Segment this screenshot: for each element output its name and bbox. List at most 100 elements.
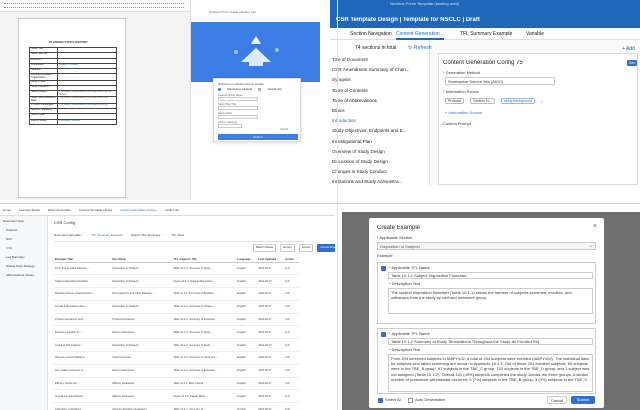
report-field-value[interactable]: Document Version [57, 118, 117, 125]
top-nav-tab[interactable]: Learning Space [19, 209, 40, 213]
section-nav-item[interactable]: Table of Abbreviations [332, 98, 377, 103]
row-edit-link[interactable]: Edit [284, 274, 299, 289]
tab-variable[interactable]: Variable [526, 31, 544, 37]
left-nav-item[interactable]: Abbreviations Library [6, 274, 34, 278]
top-nav-tab[interactable]: Audit Trail [165, 209, 178, 213]
chip-study-background[interactable]: study background [500, 98, 536, 104]
tfl-value-2: Table 10.1-2 Summary of Study Terminatio… [391, 340, 539, 344]
row-edit-link[interactable]: Edit [284, 377, 299, 391]
cancel-button[interactable]: Cancel [547, 396, 567, 404]
row-edit-link[interactable]: Edit [284, 325, 299, 340]
add-info-source-link[interactable]: + Information Source [445, 111, 482, 116]
left-nav-item[interactable]: SAP [6, 238, 12, 242]
tab-section-navigation[interactable]: Section Navigation [350, 31, 392, 37]
table-row: Baseline disease characteristics ... Demo… [54, 287, 299, 301]
table-cell: Table 10.1-1: Summary of Study ... [172, 262, 237, 276]
template-header: Nucleus Prime Template (landing area) CS… [330, 0, 640, 28]
table-cell: 2024-06-27 [257, 351, 285, 365]
sub-tab[interactable]: TFL Summary Example [91, 234, 122, 238]
desc-label-1: * Description Text [389, 282, 421, 286]
table-row: Laboratory evaluations ... Clinical Labor… [54, 402, 299, 410]
section-list: 74 sections in total ↻ Refresh Title of … [330, 40, 432, 185]
custom-prompt-label: Custom Prompt [443, 122, 471, 126]
left-nav-item[interactable]: CSR [6, 247, 12, 251]
example-1-checkbox[interactable] [381, 266, 386, 271]
table-row: Overall 218 subjects were ... Disposition… [54, 300, 299, 314]
tab-content-generation[interactable]: Content Generation ... [396, 31, 445, 37]
section-nav-item[interactable]: Study Objectives, Endpoints and E... [332, 128, 407, 133]
tfl-input-2[interactable]: Table 10.1-2 Summary of Study Terminatio… [388, 338, 593, 345]
refresh-icon[interactable]: ↻ [408, 45, 412, 51]
section-nav-item[interactable]: Overview of Study Design [332, 149, 385, 154]
chip-protocol[interactable]: Protocol [445, 98, 465, 104]
panel-divider-vertical [337, 0, 338, 410]
action-button-0[interactable]: Batch Delete [253, 244, 277, 252]
tfl-input-1[interactable]: Table 10.1-1 Subject Disposition Flowcha… [388, 272, 593, 279]
desc-label-2: * Description Text [389, 348, 421, 352]
top-nav-tab[interactable]: Home [3, 209, 11, 213]
submit-button[interactable]: Submit [218, 134, 298, 140]
desc-textarea-2[interactable]: From 204 screened subjects in IA8PY102, … [388, 354, 593, 392]
add-config-button[interactable]: + Add [622, 46, 635, 52]
row-edit-link[interactable]: Edit [284, 402, 299, 410]
row-edit-link[interactable]: Edit [284, 300, 299, 314]
top-nav-tab[interactable]: Content Template Library [79, 209, 112, 213]
section-nav-item[interactable]: Discussion of Study Design [332, 159, 388, 164]
welcome-illustration-icon [234, 36, 279, 66]
row-edit-link[interactable]: Edit [284, 338, 299, 353]
left-nav-item[interactable]: Writing Style Strategy [6, 265, 35, 269]
row-edit-link[interactable]: Edit [284, 262, 299, 276]
submit-button[interactable]: Submit [571, 396, 595, 404]
example-2-checkbox[interactable] [381, 332, 386, 337]
section-nav-item[interactable]: CSR Amendment Summary of Chan... [332, 67, 410, 72]
report-field-key: Report Status [29, 118, 58, 125]
section-nav-item[interactable]: Introduction [332, 118, 356, 123]
section-nav-item[interactable]: Changes in Study Conduct [332, 169, 387, 174]
top-nav-tab[interactable]: Document Intake [48, 209, 71, 213]
left-nav-item[interactable]: Protocol [6, 229, 17, 233]
sub-tab[interactable]: TFL Style [172, 234, 185, 238]
row-edit-link[interactable]: Edit [284, 389, 299, 404]
table-cell: 2024-06-27 [257, 389, 285, 404]
study-label-input[interactable] [218, 115, 258, 119]
gen-method-select[interactable]: Summarize Source Info (AIGC) [445, 77, 555, 85]
action-button-2[interactable]: Import [298, 244, 314, 252]
desc-textarea-1[interactable]: The subject disposition flowchart (Table… [388, 288, 593, 314]
select-all-checkbox[interactable] [378, 398, 383, 403]
example-block-1: * Applicable TFL Name Table 10.1-1 Subje… [377, 262, 596, 324]
radio-standalone[interactable] [218, 88, 221, 92]
tab-tfl-summary-example[interactable]: TFL Summary Example [460, 31, 512, 37]
sub-tab[interactable]: Document Template... [54, 234, 83, 238]
left-nav-item[interactable]: Leg Summary [6, 256, 25, 260]
refresh-link[interactable]: Refresh [414, 45, 432, 51]
section-nav-item[interactable]: Ethics [332, 108, 345, 113]
radio-clinical-label: Clinical trial [267, 88, 282, 91]
radio-clinical[interactable] [258, 88, 262, 92]
radio-standalone-label: Standalone (default) [227, 88, 253, 91]
section-nav-item[interactable]: Synopsis [332, 77, 351, 82]
section-select[interactable]: Disposition of Subjects ⌄ [377, 242, 596, 250]
auto-desensitize-checkbox[interactable] [408, 398, 413, 403]
table-row: A total of 204 subjects ... Disposition o… [54, 338, 299, 353]
close-icon[interactable]: × [593, 223, 597, 230]
tfl-label-1: * Applicable TFL Name [389, 266, 430, 270]
table-cell: Disposition of Subjects [111, 300, 173, 314]
action-button-3[interactable]: Create Example [317, 244, 335, 252]
left-nav-item[interactable]: Document Type [3, 220, 24, 224]
row-edit-link[interactable]: Edit [284, 351, 299, 365]
table-row: Protocol deviations were ... Protocol Dev… [54, 313, 299, 327]
remove-chip-icon[interactable]: × [541, 99, 543, 104]
row-edit-link[interactable]: Edit [284, 313, 299, 327]
cancel-link[interactable]: Cancel [280, 128, 288, 131]
section-nav-item[interactable]: Institutions and Study Administra... [332, 179, 402, 184]
chip-section[interactable]: Section N... [470, 98, 495, 104]
gen-tag[interactable]: Gen [627, 60, 637, 66]
version-input[interactable] [218, 124, 242, 128]
plan-title-input[interactable] [218, 106, 258, 110]
sub-tab[interactable]: System TFL Summary ... [131, 234, 164, 238]
top-nav-tab[interactable]: Content Generation System [120, 209, 157, 213]
study-name-input[interactable] [218, 97, 258, 101]
row-edit-link[interactable]: Edit [284, 287, 299, 301]
action-button-1[interactable]: Export [280, 244, 295, 252]
row-edit-link[interactable]: Edit [284, 364, 299, 378]
